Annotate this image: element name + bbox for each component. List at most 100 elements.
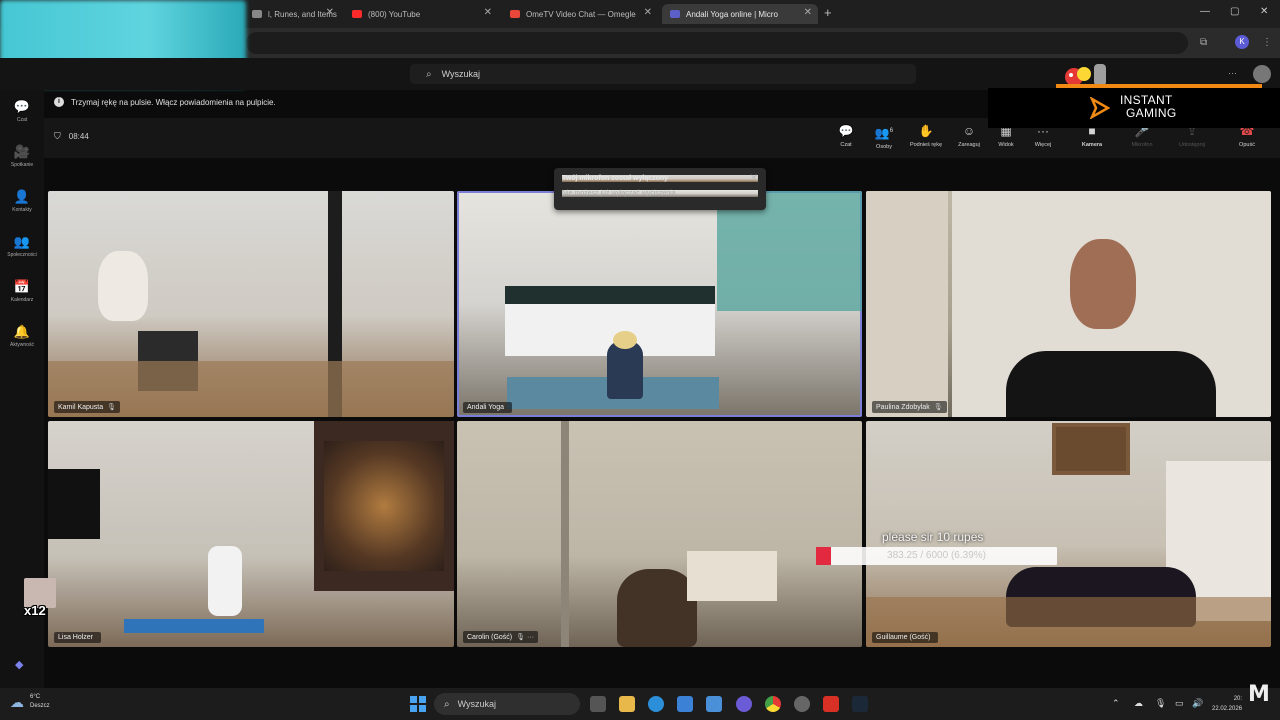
address-bar[interactable] — [246, 32, 1188, 54]
microphone-tray-icon[interactable]: 🎙 — [1155, 698, 1166, 709]
ometv-icon — [510, 10, 520, 18]
settings-icon[interactable] — [794, 696, 810, 712]
tab-youtube[interactable]: (800) YouTube ✕ — [344, 4, 498, 24]
plush-toy — [98, 251, 148, 321]
people-button[interactable]: 👥6 Osoby — [870, 124, 898, 150]
onedrive-icon[interactable]: ☁ — [1134, 698, 1143, 709]
clock-time: 20: — [1233, 696, 1243, 702]
participant-name-tag: Paulina Zdobylak 🎙 — [872, 401, 947, 413]
participant-name-tag: Lisa Holzer — [54, 632, 102, 643]
taskbar-search[interactable]: ⌕ Wyszukaj — [434, 693, 580, 715]
tv-screen — [48, 469, 100, 539]
premium-gem-icon[interactable]: ◆ — [15, 658, 23, 671]
participant-name-tag: Guillaume (Gość) — [872, 632, 939, 643]
video-tile[interactable]: Lisa Holzer — [48, 421, 454, 647]
search-placeholder: Wyszukaj — [441, 69, 481, 79]
rail-item-communities[interactable]: 👥 Społeczności — [0, 234, 44, 259]
rail-item-meeting[interactable]: 🎥 Spotkanie — [0, 145, 44, 169]
button-label: Opuść — [1239, 142, 1255, 148]
communities-icon: 👥 — [13, 234, 31, 249]
toast-title: Twój mikrofon został wyłączony — [562, 175, 758, 182]
volume-icon[interactable]: 🔊 — [1192, 698, 1203, 709]
instant-gaming-logo-icon — [1090, 97, 1110, 119]
app-red-icon[interactable] — [823, 696, 839, 712]
close-tab-icon[interactable]: ✕ — [326, 7, 334, 18]
tray-overflow-icon[interactable]: ⌃ — [1112, 698, 1120, 709]
edge-icon[interactable] — [648, 696, 664, 712]
network-icon[interactable]: ▭ — [1175, 698, 1184, 709]
video-tile[interactable]: Carolin (Gość) 🎙 ··· — [457, 421, 862, 647]
react-button[interactable]: ☺ Zareaguj — [954, 124, 984, 148]
extensions-icon[interactable]: ⧉ — [1200, 37, 1207, 48]
store-icon[interactable] — [706, 696, 722, 712]
cloud-rain-icon: ☁ — [10, 693, 24, 710]
participant-head — [617, 569, 697, 647]
donation-progress-bar: 383.25 / 6000 (6.39%) — [816, 547, 1057, 565]
notification-text: Trzymaj rękę na pulsie. Włącz powiadomie… — [71, 97, 276, 107]
video-tile[interactable]: Paulina Zdobylak 🎙 — [866, 191, 1271, 417]
rail-item-calendar[interactable]: 📅 Kalendarz — [0, 279, 44, 304]
teams-search-input[interactable]: ⌕ Wyszukaj — [410, 64, 916, 84]
rail-label: Aktywność — [10, 342, 34, 348]
close-tab-icon[interactable]: ✕ — [804, 7, 812, 18]
shelf — [687, 551, 777, 601]
close-window-icon[interactable]: ✕ — [1260, 6, 1268, 17]
system-clock[interactable]: 20: 22.02.2026 — [1212, 694, 1242, 714]
tab-label: OmeTV Video Chat — Omegle — [526, 9, 636, 19]
video-tile-active-speaker[interactable]: Andali Yoga — [457, 191, 862, 417]
mail-icon[interactable] — [677, 696, 693, 712]
raise-hand-button[interactable]: ✋ Podnieś rękę — [904, 124, 948, 148]
tab-andali-yoga[interactable]: Andali Yoga online | Micro ✕ — [662, 4, 818, 24]
search-icon: ⌕ — [444, 698, 450, 710]
weather-text: Deszcz — [30, 703, 50, 709]
close-icon[interactable]: ✕ — [750, 173, 758, 184]
teams-icon — [670, 10, 680, 18]
rail-label: Kontakty — [12, 207, 32, 213]
timer-text: 08:44 — [68, 132, 89, 141]
chrome-icon[interactable] — [765, 696, 781, 712]
participant-name-tag: Carolin (Gość) 🎙 ··· — [463, 631, 538, 643]
rail-item-activity[interactable]: 🔔 Aktywność — [0, 324, 44, 349]
streamer-watermark-logo: M — [1248, 682, 1270, 707]
task-view-icon[interactable] — [590, 696, 606, 712]
video-tile[interactable]: Kamil Kapusta 🎙 — [48, 191, 454, 417]
new-tab-button[interactable]: + — [824, 5, 832, 20]
chat-button[interactable]: 💬 Czat — [834, 124, 858, 148]
weather-widget[interactable]: ☁ 6°C Deszcz — [10, 693, 50, 711]
rail-label: Kalendarz — [10, 297, 34, 303]
windows-start-icon[interactable] — [410, 696, 426, 712]
notification-banner: i Trzymaj rękę na pulsie. Włącz powiadom… — [44, 92, 988, 112]
minimize-icon[interactable]: — — [1200, 6, 1210, 17]
calendar-icon: 📅 — [13, 279, 31, 294]
rail-label: Społeczności — [7, 252, 37, 258]
browser-profile-avatar[interactable]: K — [1235, 35, 1249, 49]
teams-app-icon[interactable] — [736, 696, 752, 712]
more-options-icon[interactable]: ··· — [1228, 68, 1237, 78]
instant-gaming-banner: INSTANT GAMING — [988, 88, 1280, 128]
instructor-hair — [613, 331, 637, 349]
bell-icon: 🔔 — [13, 324, 31, 339]
contacts-icon: 👤 — [13, 189, 31, 204]
button-label: Widok — [998, 142, 1014, 148]
toast-body: Nie możesz już wyłączać wyciszenia. — [562, 190, 758, 197]
mic-disabled-toast: Twój mikrofon został wyłączony Nie możes… — [554, 168, 766, 210]
shield-icon: ⛉ — [54, 131, 61, 141]
rail-item-chat[interactable]: 💬 Czat — [0, 100, 44, 124]
participant-name-tag: Kamil Kapusta 🎙 — [54, 401, 121, 413]
browser-menu-icon[interactable]: ⋮ — [1262, 37, 1272, 48]
button-label: Udostępnij — [1179, 142, 1205, 148]
user-avatar[interactable] — [1253, 65, 1271, 83]
tab-ometv[interactable]: OmeTV Video Chat — Omegle ✕ — [502, 4, 658, 24]
maximize-icon[interactable]: ▢ — [1230, 6, 1239, 17]
close-tab-icon[interactable]: ✕ — [484, 7, 492, 18]
favicon-icon — [252, 10, 262, 18]
search-icon: ⌕ — [426, 68, 432, 80]
close-tab-icon[interactable]: ✕ — [644, 7, 652, 18]
door-edge — [561, 421, 569, 647]
tab-runes[interactable]: l, Runes, and Items ✕ — [244, 4, 340, 24]
file-explorer-icon[interactable] — [619, 696, 635, 712]
steam-icon[interactable] — [852, 696, 868, 712]
rail-item-contacts[interactable]: 👤 Kontakty — [0, 189, 44, 214]
rail-label: Spotkanie — [10, 162, 34, 168]
cabinet — [866, 191, 948, 417]
